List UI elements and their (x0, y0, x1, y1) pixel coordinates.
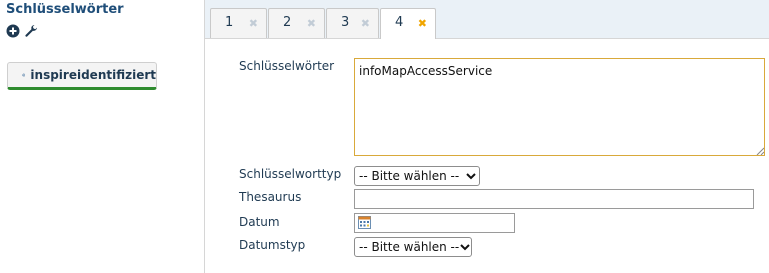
date-type-select[interactable]: -- Bitte wählen -- (354, 237, 472, 257)
tab-4[interactable]: 4 ✖ (380, 8, 436, 39)
close-icon[interactable]: ✖ (418, 17, 427, 30)
date-label: Datum (239, 215, 280, 229)
resize-handle-icon[interactable] (756, 147, 764, 155)
add-circle-icon[interactable] (6, 24, 20, 38)
keyword-type-select[interactable]: -- Bitte wählen -- (354, 166, 480, 186)
keywords-textarea[interactable] (354, 58, 765, 156)
tab-label: 2 (283, 15, 292, 30)
keywords-label: Schlüsselwörter (239, 59, 335, 73)
close-icon[interactable]: ✖ (361, 17, 370, 30)
sidebar-toolbar (6, 24, 38, 38)
keyword-tag-chip[interactable]: inspireidentifiziert (7, 62, 157, 90)
keyword-form: Schlüsselwörter Schlüsselworttyp -- Bitt… (205, 39, 769, 273)
keyword-type-value: -- Bitte wählen -- (359, 169, 460, 183)
chevron-down-icon (463, 166, 479, 186)
keyword-tag-label: inspireidentifiziert (30, 68, 156, 82)
wrench-icon[interactable] (24, 24, 38, 38)
chevron-down-icon (459, 237, 471, 257)
date-type-label: Datumstyp (239, 238, 306, 252)
gear-icon (22, 73, 26, 77)
close-icon[interactable]: ✖ (249, 17, 258, 30)
tab-label: 4 (395, 15, 404, 30)
tab-label: 1 (225, 15, 234, 30)
thesaurus-label: Thesaurus (239, 190, 302, 204)
calendar-icon[interactable] (358, 216, 371, 229)
keywords-sidebar: Schlüsselwörter inspireidentifiziert (0, 0, 200, 273)
tab-label: 3 (341, 15, 350, 30)
sidebar-title: Schlüsselwörter (6, 2, 124, 17)
tab-3[interactable]: 3 ✖ (326, 8, 379, 38)
keyword-type-label: Schlüsselworttyp (239, 167, 342, 181)
close-icon[interactable]: ✖ (307, 17, 316, 30)
tab-1[interactable]: 1 ✖ (210, 8, 267, 38)
keyword-tabs: 1 ✖ 2 ✖ 3 ✖ 4 ✖ (205, 0, 769, 39)
tab-2[interactable]: 2 ✖ (268, 8, 325, 38)
date-type-value: -- Bitte wählen -- (359, 240, 460, 254)
date-input[interactable] (354, 213, 515, 233)
thesaurus-input[interactable] (354, 189, 754, 209)
